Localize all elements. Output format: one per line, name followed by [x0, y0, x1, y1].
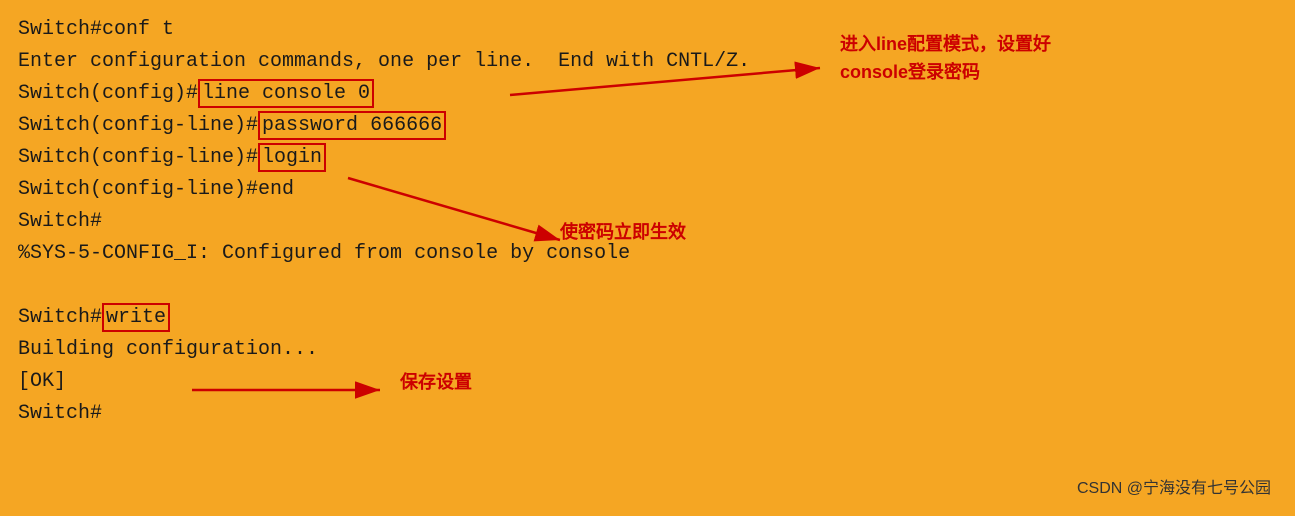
terminal-line-1: Switch#conf t	[18, 14, 1277, 46]
terminal-line-5: Switch(config-line)#login	[18, 142, 1277, 174]
line10-prefix: Switch#	[18, 306, 102, 329]
line10-highlight: write	[102, 303, 170, 332]
annotation-login: 使密码立即生效	[560, 218, 686, 244]
line3-prefix: Switch(config)#	[18, 82, 198, 105]
terminal-line-6: Switch(config-line)#end	[18, 174, 1277, 206]
line3-highlight: line console 0	[198, 79, 374, 108]
annotation-line-config-1: 进入line配置模式，设置好	[840, 30, 1051, 56]
watermark: CSDN @宁海没有七号公园	[1077, 474, 1271, 498]
line4-highlight: password 666666	[258, 111, 446, 140]
terminal-line-12: [OK]	[18, 366, 1277, 398]
line4-prefix: Switch(config-line)#	[18, 114, 258, 137]
terminal-line-9	[18, 270, 1277, 302]
terminal-line-13: Switch#	[18, 398, 1277, 430]
terminal-line-2: Enter configuration commands, one per li…	[18, 46, 1277, 78]
annotation-write: 保存设置	[400, 368, 472, 394]
terminal-line-3: Switch(config)#line console 0	[18, 78, 1277, 110]
line5-prefix: Switch(config-line)#	[18, 146, 258, 169]
terminal-line-11: Building configuration...	[18, 334, 1277, 366]
terminal-line-10: Switch#write	[18, 302, 1277, 334]
line5-highlight: login	[258, 143, 326, 172]
annotation-line-config-2: console登录密码	[840, 58, 980, 84]
terminal-line-4: Switch(config-line)#password 666666	[18, 110, 1277, 142]
